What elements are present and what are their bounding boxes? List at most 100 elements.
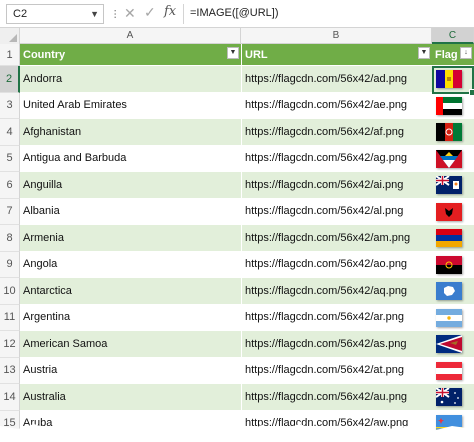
url-cell[interactable]: https://flagcdn.com/56x42/ag.png [241, 145, 432, 171]
flag-cell[interactable] [432, 278, 474, 304]
header-country[interactable]: Country ▼ [20, 44, 241, 65]
row-header[interactable]: 14 [0, 384, 20, 411]
row-header[interactable]: 1 [0, 44, 20, 66]
country-cell[interactable]: Anguilla [20, 172, 241, 198]
flag-cell[interactable] [432, 172, 474, 198]
column-header-b[interactable]: B [241, 28, 432, 44]
country-cell[interactable]: Albania [20, 199, 241, 225]
country-cell[interactable]: Afghanistan [20, 119, 241, 145]
country-cell[interactable]: Argentina [20, 305, 241, 331]
country-cell[interactable]: American Samoa [20, 331, 241, 357]
country-cell[interactable]: Antarctica [20, 278, 241, 304]
divider [183, 4, 184, 24]
url-cell[interactable]: https://flagcdn.com/56x42/al.png [241, 198, 432, 224]
flag-cell[interactable] [432, 119, 474, 145]
header-flag[interactable]: Flag ↓ [432, 44, 474, 65]
row-header[interactable]: 11 [0, 304, 20, 331]
url-cell[interactable]: https://flagcdn.com/56x42/ar.png [241, 304, 432, 330]
url-cell[interactable]: https://flagcdn.com/56x42/aq.png [241, 278, 432, 304]
row-header[interactable]: 7 [0, 198, 20, 225]
table-row: Armenia https://flagcdn.com/56x42/am.png [20, 225, 474, 252]
austria-flag-icon [436, 361, 462, 380]
country-cell[interactable]: Austria [20, 358, 241, 384]
table-row: American Samoa https://flagcdn.com/56x42/… [20, 331, 474, 358]
country-cell[interactable]: United Arab Emirates [20, 93, 241, 119]
table-row: Antarctica https://flagcdn.com/56x42/aq.p… [20, 278, 474, 305]
flag-cell[interactable] [432, 146, 474, 172]
flag-cell[interactable] [432, 305, 474, 331]
flag-cell[interactable] [432, 252, 474, 278]
url-cell[interactable]: https://flagcdn.com/56x42/at.png [241, 357, 432, 383]
url-cell[interactable]: https://flagcdn.com/56x42/as.png [241, 331, 432, 357]
filter-dropdown-icon[interactable]: ▼ [227, 47, 239, 59]
filter-dropdown-icon[interactable]: ▼ [418, 47, 430, 59]
url-cell[interactable]: https://flagcdn.com/56x42/ao.png [241, 251, 432, 277]
url-cell[interactable]: https://flagcdn.com/56x42/am.png [241, 225, 432, 251]
anguilla-flag-icon [436, 176, 462, 194]
name-box[interactable]: C2 ▼ [6, 4, 104, 24]
table-row: Angola https://flagcdn.com/56x42/ao.png [20, 251, 474, 278]
country-cell[interactable]: Angola [20, 252, 241, 278]
row-header[interactable]: 9 [0, 251, 20, 278]
formula-input[interactable]: =IMAGE([@URL]) [190, 7, 278, 19]
row-header[interactable]: 3 [0, 92, 20, 119]
row-header[interactable]: 10 [0, 278, 20, 305]
column-header-c[interactable]: C [432, 28, 474, 44]
torn-edge [0, 424, 474, 442]
country-cell[interactable]: Australia [20, 384, 241, 410]
header-country-label: Country [23, 48, 66, 61]
url-cell[interactable]: https://flagcdn.com/56x42/au.png [241, 384, 432, 410]
angola-flag-icon [436, 255, 462, 274]
row-header[interactable]: 6 [0, 172, 20, 199]
column-headers: A B C [0, 28, 474, 44]
andorra-flag-icon [436, 70, 462, 88]
table-row: Austria https://flagcdn.com/56x42/at.png [20, 357, 474, 384]
row-header[interactable]: 13 [0, 357, 20, 384]
antigua-flag-icon [436, 149, 462, 168]
url-cell[interactable]: https://flagcdn.com/56x42/af.png [241, 119, 432, 145]
table-row: Australia https://flagcdn.com/56x42/au.pn… [20, 384, 474, 411]
header-url-label: URL [245, 48, 268, 61]
row-header[interactable]: 8 [0, 225, 20, 252]
afghanistan-flag-icon [436, 123, 462, 141]
table-row: United Arab Emirates https://flagcdn.com/… [20, 92, 474, 119]
flag-cell[interactable] [432, 66, 474, 92]
table-row: Argentina https://flagcdn.com/56x42/ar.pn… [20, 304, 474, 331]
enter-check-icon[interactable]: ✓ [144, 4, 156, 21]
table-row: Anguilla https://flagcdn.com/56x42/ai.png [20, 172, 474, 199]
insert-function-icon[interactable]: fx [164, 4, 176, 19]
albania-flag-icon [436, 202, 462, 221]
row-header[interactable]: 2 [0, 66, 20, 93]
header-flag-label: Flag [435, 48, 458, 61]
country-cell[interactable]: Armenia [20, 225, 241, 251]
country-cell[interactable]: Antigua and Barbuda [20, 146, 241, 172]
flag-cell[interactable] [432, 93, 474, 119]
uae-flag-icon [436, 96, 462, 115]
table-row: Albania https://flagcdn.com/56x42/al.png [20, 198, 474, 225]
url-cell[interactable]: https://flagcdn.com/56x42/ai.png [241, 172, 432, 198]
country-cell[interactable]: Andorra [20, 66, 241, 92]
flag-cell[interactable] [432, 331, 474, 357]
row-header[interactable]: 12 [0, 331, 20, 358]
row-header[interactable]: 5 [0, 145, 20, 172]
argentina-flag-icon [436, 308, 462, 327]
select-all-corner[interactable] [0, 28, 20, 44]
sort-filter-icon[interactable]: ↓ [460, 47, 472, 59]
flag-cell[interactable] [432, 225, 474, 251]
chevron-down-icon[interactable]: ▼ [90, 5, 99, 23]
table-row: Andorra https://flagcdn.com/56x42/ad.png [20, 66, 474, 93]
formula-bar: C2 ▼ ··· ✕ ✓ fx =IMAGE([@URL]) [0, 0, 474, 28]
url-cell[interactable]: https://flagcdn.com/56x42/ad.png [241, 66, 432, 92]
flag-cell[interactable] [432, 358, 474, 384]
row-header[interactable]: 4 [0, 119, 20, 146]
flag-cell[interactable] [432, 199, 474, 225]
antarctica-flag-icon [436, 282, 462, 300]
column-header-a[interactable]: A [20, 28, 241, 44]
url-cell[interactable]: https://flagcdn.com/56x42/ae.png [241, 92, 432, 118]
armenia-flag-icon [436, 229, 462, 247]
more-dots-icon: ··· [108, 8, 124, 19]
header-url[interactable]: URL ▼ [241, 44, 432, 65]
australia-flag-icon [436, 388, 462, 406]
flag-cell[interactable] [432, 384, 474, 410]
cancel-icon[interactable]: ✕ [124, 5, 136, 22]
